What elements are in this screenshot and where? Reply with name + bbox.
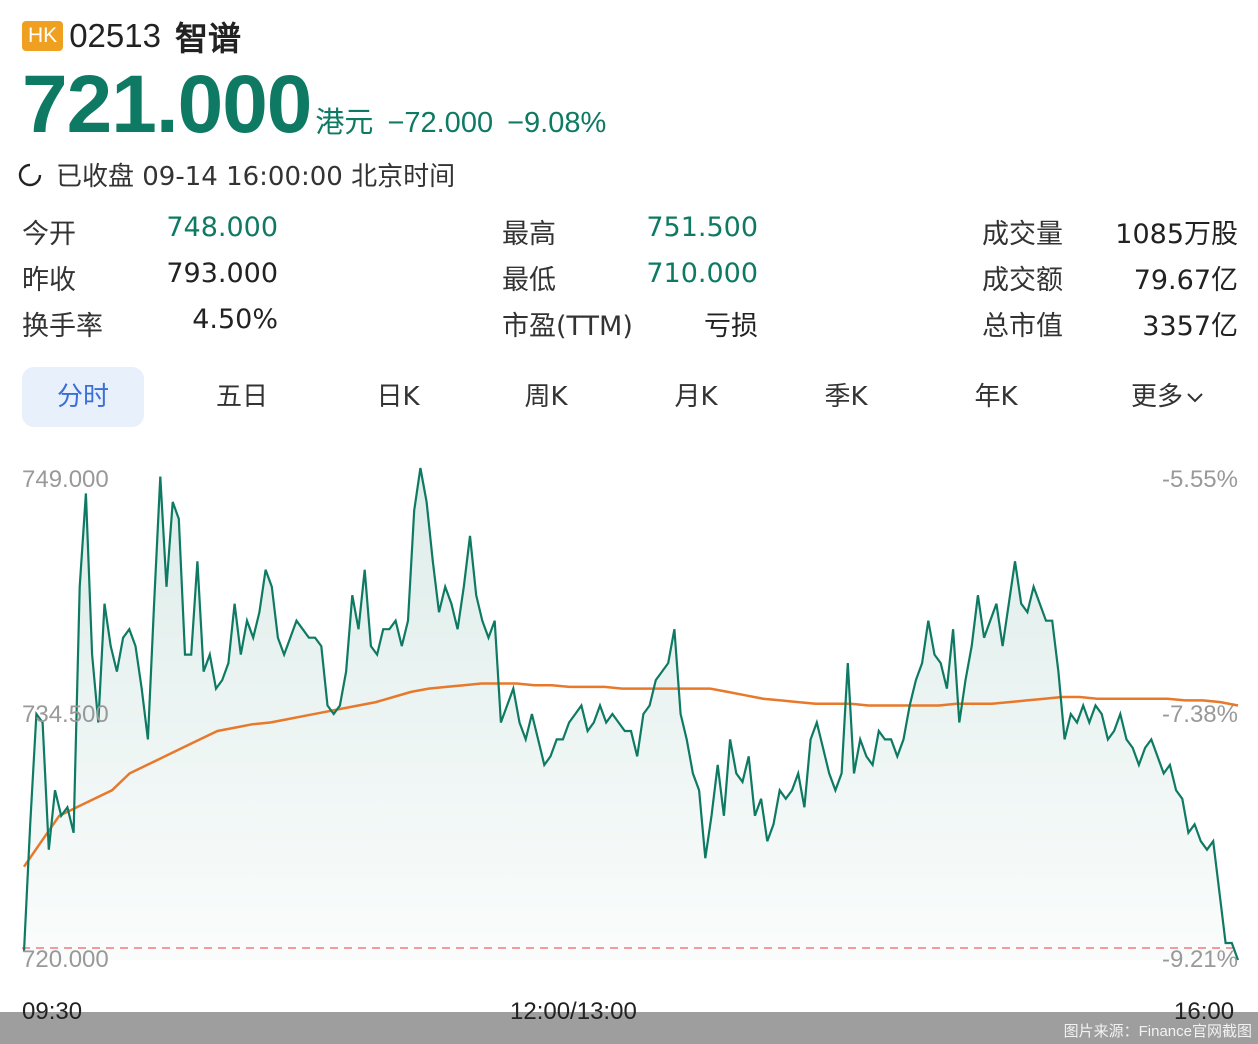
stat-value: 748.000 <box>166 212 278 243</box>
stats-row-2: 昨收 793.000 最低 710.000 成交额 79.67亿 <box>22 252 1238 298</box>
market-badge: HK <box>22 21 64 51</box>
stat-label: 市盈(TTM) <box>502 311 633 342</box>
stock-code: 02513 <box>69 17 161 54</box>
stat-label: 换手率 <box>22 311 103 342</box>
stats-row-3: 换手率 4.50% 市盈(TTM) 亏损 总市值 3357亿 <box>22 298 1238 344</box>
stat-value: 79.67亿 <box>1133 265 1238 296</box>
stat-value: 3357亿 <box>1142 311 1238 342</box>
price-area-fill <box>24 468 1238 960</box>
stat-label: 今开 <box>22 219 76 250</box>
stat-value: 1085万股 <box>1115 219 1238 250</box>
tab-five-day[interactable]: 五日 <box>192 367 292 427</box>
stat-label: 最低 <box>502 265 556 296</box>
stat-value: 亏损 <box>704 311 758 342</box>
market-status: 已收盘 09-14 16:00:00 北京时间 <box>18 156 455 193</box>
y-right-tick-mid: -7.38% <box>1162 701 1238 728</box>
stat-value: 4.50% <box>192 304 278 335</box>
stat-value: 751.500 <box>646 212 758 243</box>
y-right-tick-bottom: -9.21% <box>1162 946 1238 973</box>
quote-row: 721.000 港元 −72.000 −9.08% <box>22 58 606 152</box>
x-label-close: 16:00 <box>1174 998 1235 1025</box>
stat-value: 710.000 <box>646 258 758 289</box>
chevron-down-icon <box>1187 392 1203 402</box>
current-price: 721.000 <box>22 59 312 150</box>
stat-label: 昨收 <box>22 265 76 296</box>
stat-label: 总市值 <box>982 311 1063 342</box>
stat-label: 成交额 <box>982 265 1063 296</box>
tab-yearly-k[interactable]: 年K <box>946 367 1046 427</box>
x-label-open: 09:30 <box>22 998 83 1025</box>
tab-weekly-k[interactable]: 周K <box>496 367 596 427</box>
stock-name: 智谱 <box>174 19 241 58</box>
tab-daily-k[interactable]: 日K <box>348 367 448 427</box>
clock-refresh-icon <box>18 163 42 186</box>
tab-more-label: 更多 <box>1130 382 1183 412</box>
chart-period-tabs: 分时 五日 日K 周K 月K 季K 年K 更多 <box>22 367 1238 427</box>
x-label-midday: 12:00/13:00 <box>510 998 637 1025</box>
y-left-tick-mid: 734.500 <box>22 701 109 728</box>
stat-label: 最高 <box>502 219 556 250</box>
y-left-tick-bottom: 720.000 <box>22 946 109 973</box>
intraday-chart[interactable]: 749.000 734.500 720.000 -5.55% -7.38% -9… <box>0 440 1258 1044</box>
y-left-tick-top: 749.000 <box>22 466 109 493</box>
stats-row-1: 今开 748.000 最高 751.500 成交量 1085万股 <box>22 206 1238 252</box>
y-right-tick-top: -5.55% <box>1162 466 1238 493</box>
stats-grid: 今开 748.000 最高 751.500 成交量 1085万股 昨收 793.… <box>22 206 1238 344</box>
tab-monthly-k[interactable]: 月K <box>646 367 746 427</box>
tab-quarterly-k[interactable]: 季K <box>796 367 896 427</box>
stat-value: 793.000 <box>166 258 278 289</box>
stat-label: 成交量 <box>982 219 1063 250</box>
tab-more[interactable]: 更多 <box>1108 367 1228 427</box>
stock-header: HK 02513 智谱 <box>22 14 241 58</box>
status-text: 已收盘 09-14 16:00:00 北京时间 <box>56 162 456 192</box>
price-change-pct: −9.08% <box>507 107 607 139</box>
price-change: −72.000 <box>387 107 494 139</box>
tab-intraday[interactable]: 分时 <box>22 367 144 427</box>
currency-label: 港元 <box>315 105 374 139</box>
